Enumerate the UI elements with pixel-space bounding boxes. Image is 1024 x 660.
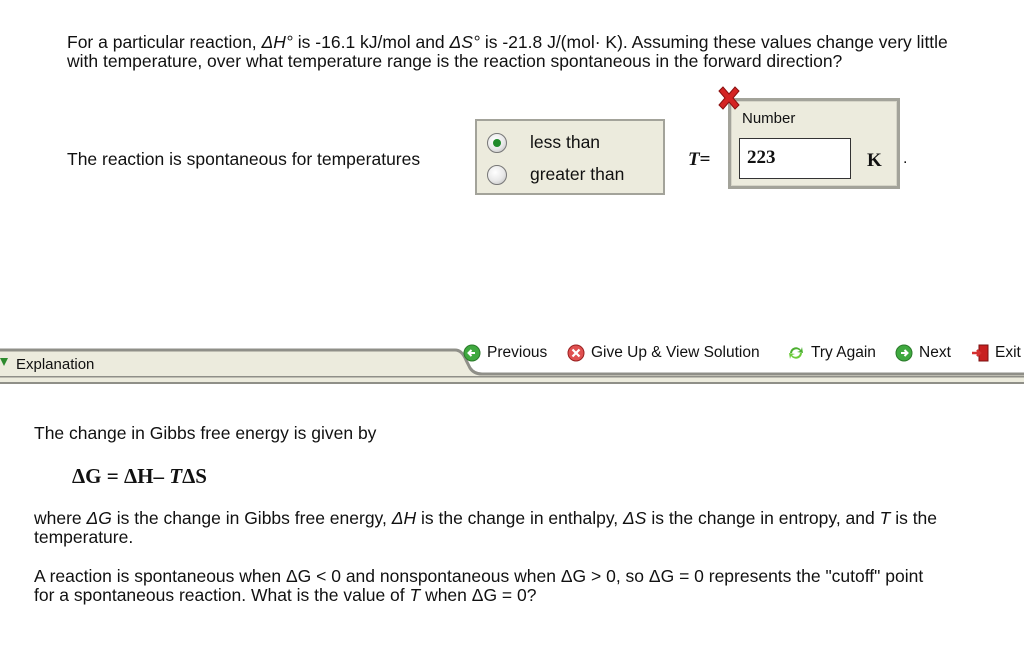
collapse-triangle-icon[interactable] — [0, 358, 8, 366]
delta-h-symbol: ΔH° — [261, 32, 293, 52]
previous-button[interactable]: Previous — [463, 344, 547, 362]
radio-greater-than[interactable] — [487, 164, 507, 185]
exit-button[interactable]: Exit — [971, 344, 1021, 362]
try-again-button[interactable]: Try Again — [787, 344, 876, 362]
number-answer-box: Number 223 K — [728, 98, 900, 189]
next-button[interactable]: Next — [895, 344, 951, 362]
arrow-left-icon — [463, 344, 481, 362]
option-greater-than[interactable]: greater than — [487, 164, 624, 185]
comparison-radio-group: less than greater than — [475, 119, 665, 195]
option-less-than[interactable]: less than — [487, 132, 600, 153]
answer-prompt: The reaction is spontaneous for temperat… — [67, 149, 421, 169]
unit-label: K — [867, 150, 882, 171]
number-label: Number — [742, 110, 796, 127]
give-up-icon — [567, 344, 585, 362]
delta-s-symbol: ΔS° — [449, 32, 480, 52]
explanation-paragraph-1: where ΔG is the change in Gibbs free ene… — [34, 508, 938, 547]
temperature-input[interactable]: 223 — [739, 138, 851, 179]
trailing-period: . — [903, 150, 908, 167]
give-up-button[interactable]: Give Up & View Solution — [567, 344, 760, 362]
explanation-toggle[interactable]: Explanation — [16, 356, 94, 373]
radio-less-than[interactable] — [487, 132, 507, 153]
question-text: For a particular reaction, ΔH° is -16.1 … — [67, 32, 948, 71]
exit-door-icon — [972, 344, 989, 362]
incorrect-x-icon — [718, 86, 740, 110]
arrow-right-icon — [895, 344, 913, 362]
t-equals-label: T= — [688, 149, 711, 170]
explanation-paragraph-2: A reaction is spontaneous when ΔG < 0 an… — [34, 566, 924, 605]
refresh-icon — [789, 347, 803, 359]
gibbs-formula: ΔG = ΔH– TΔS — [72, 464, 207, 488]
explanation-intro: The change in Gibbs free energy is given… — [34, 423, 377, 443]
